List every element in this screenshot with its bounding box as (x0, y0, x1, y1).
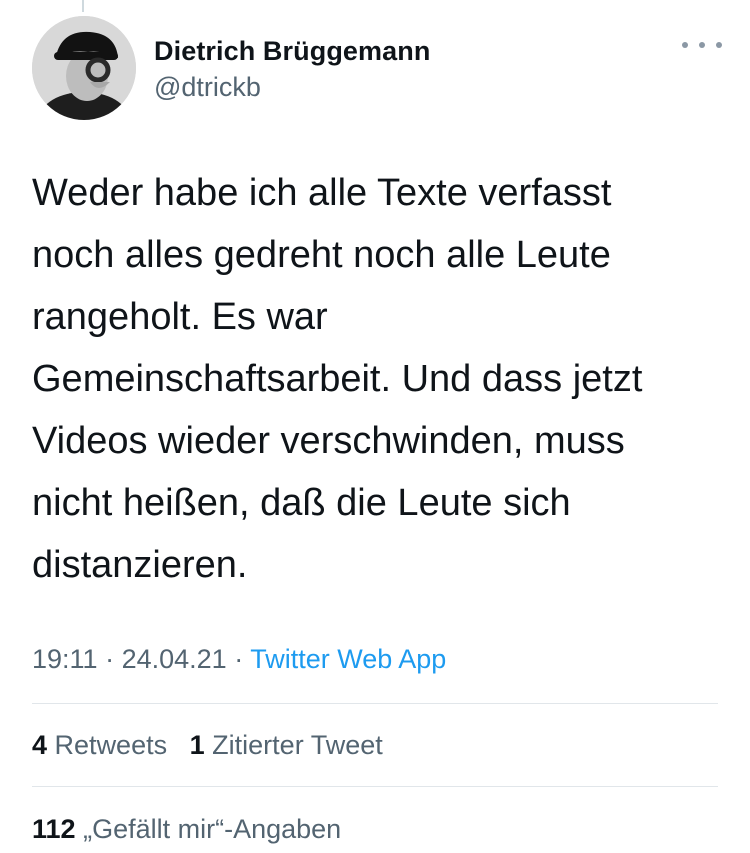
tweet-text: Weder habe ich alle Texte verfasst noch … (32, 172, 643, 586)
author-name[interactable]: Dietrich Brüggemann (154, 36, 430, 67)
tweet-meta: 19:11 · 24.04.21 · Twitter Web App (32, 644, 446, 675)
retweets-label: Retweets (54, 730, 168, 760)
thread-connector-line (82, 0, 84, 12)
tweet-source-link[interactable]: Twitter Web App (250, 644, 446, 674)
quotes-label: Zitierter Tweet (212, 730, 383, 760)
more-dot (699, 42, 705, 48)
likes-count: 112 (32, 814, 76, 844)
retweet-stats: 4 Retweets 1 Zitierter Tweet (32, 730, 383, 761)
likes-stat[interactable]: 112 „Gefällt mir“-Angaben (32, 814, 341, 845)
tweet-time[interactable]: 19:11 (32, 644, 98, 674)
retweets-count: 4 (32, 730, 48, 760)
more-icon[interactable] (682, 36, 722, 54)
more-dot (716, 42, 722, 48)
retweets-stat[interactable]: 4 Retweets (32, 730, 167, 760)
author-handle[interactable]: @dtrickb (154, 72, 261, 103)
meta-separator: · (105, 644, 115, 674)
more-dot (682, 42, 688, 48)
meta-separator: · (234, 644, 244, 674)
quotes-stat[interactable]: 1 Zitierter Tweet (190, 730, 383, 760)
tweet-header: Dietrich Brüggemann @dtrickb (32, 16, 722, 122)
divider (32, 786, 718, 787)
likes-label: „Gefällt mir“-Angaben (83, 814, 342, 844)
divider (32, 703, 718, 704)
quotes-count: 1 (189, 730, 205, 760)
avatar[interactable] (32, 16, 136, 120)
tweet-date[interactable]: 24.04.21 (122, 644, 227, 674)
avatar-image (32, 16, 136, 120)
